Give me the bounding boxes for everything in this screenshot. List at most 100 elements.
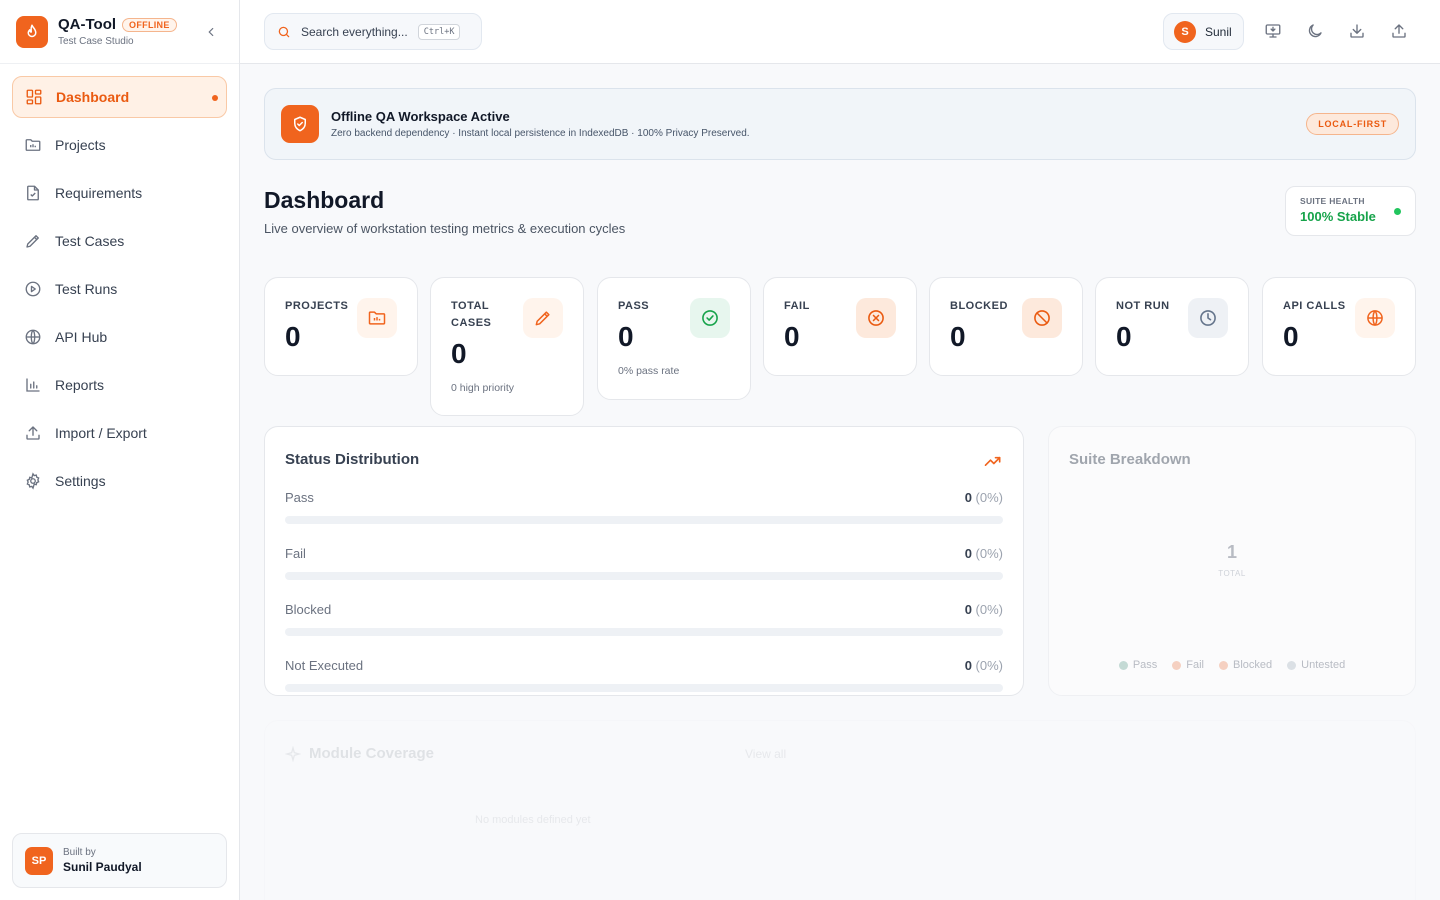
legend-item-fail: Fail	[1172, 659, 1204, 671]
pencil-icon	[26, 235, 39, 248]
status-progress-bar	[285, 684, 1003, 692]
status-count: 0	[964, 546, 972, 561]
desktop-app-button[interactable]	[1262, 20, 1284, 42]
module-empty-text: No modules defined yet	[475, 814, 591, 826]
sidebar-item-test-cases[interactable]: Test Cases	[12, 220, 227, 262]
file-check-icon	[27, 185, 39, 201]
status-list: Pass 0 (0%) Fail 0 (0%) Blocked 0 (0%) N…	[285, 490, 1003, 692]
sidebar-item-projects[interactable]: Projects	[12, 124, 227, 166]
user-menu-button[interactable]: S Sunil	[1163, 13, 1244, 50]
status-label: Blocked	[285, 602, 332, 617]
sidebar-nav: Dashboard Projects Requirements Test Cas…	[0, 64, 239, 502]
stat-label: TOTAL CASES	[451, 300, 492, 329]
stat-card-projects[interactable]: PROJECTS 0	[264, 277, 418, 376]
stat-card-api-calls[interactable]: API CALLS 0	[1262, 277, 1416, 376]
suite-health-label: SUITE HEALTH	[1300, 196, 1365, 206]
upload-icon	[26, 426, 40, 440]
sidebar-item-label: Test Runs	[55, 281, 118, 297]
status-percent: (0%)	[975, 546, 1003, 561]
status-progress-bar	[285, 572, 1003, 580]
app-subtitle: Test Case Studio	[58, 36, 134, 47]
upload-icon	[1392, 24, 1406, 38]
stat-label: PROJECTS	[285, 300, 349, 312]
status-count: 0	[964, 658, 972, 673]
app-name: QA-Tool	[58, 16, 117, 33]
monitor-download-icon	[1265, 24, 1281, 38]
moon-icon	[1308, 24, 1322, 38]
folder-icon	[357, 298, 397, 338]
legend-item-blocked: Blocked	[1219, 659, 1272, 671]
download-button[interactable]	[1346, 20, 1368, 42]
status-row-blocked: Blocked 0 (0%)	[285, 602, 1003, 636]
sidebar-item-label: Test Cases	[55, 233, 125, 249]
theme-toggle-button[interactable]	[1304, 20, 1326, 42]
stat-card-blocked[interactable]: BLOCKED 0	[929, 277, 1083, 376]
collapse-sidebar-button[interactable]	[199, 20, 223, 44]
sidebar-item-api-hub[interactable]: API Hub	[12, 316, 227, 358]
user-name: Sunil	[1205, 24, 1232, 39]
stat-label: API CALLS	[1283, 300, 1346, 312]
health-status-dot	[1394, 208, 1401, 215]
sidebar-item-label: Import / Export	[55, 425, 147, 441]
author-label: Built by	[63, 847, 96, 858]
sidebar-item-test-runs[interactable]: Test Runs	[12, 268, 227, 310]
trending-up-icon	[984, 456, 1001, 466]
status-count: 0	[964, 602, 972, 617]
status-label: Fail	[285, 546, 306, 561]
module-coverage-header: Module Coverage	[285, 745, 1395, 762]
status-progress-bar	[285, 516, 1003, 524]
sidebar-item-settings[interactable]: Settings	[12, 460, 227, 502]
author-name: Sunil Paudyal	[63, 860, 142, 874]
sidebar-item-dashboard[interactable]: Dashboard	[12, 76, 227, 118]
top-header: Search everything... Ctrl+K S Sunil	[240, 0, 1440, 64]
sidebar-item-requirements[interactable]: Requirements	[12, 172, 227, 214]
sidebar-item-label: API Hub	[55, 329, 108, 345]
stat-card-pass[interactable]: PASS 0 0% pass rate	[597, 277, 751, 400]
trend-button[interactable]	[983, 451, 1003, 471]
stat-card-fail[interactable]: FAIL 0	[763, 277, 917, 376]
stat-label: PASS	[618, 300, 650, 312]
sidebar-item-label: Settings	[55, 473, 106, 489]
clock-icon	[1188, 298, 1228, 338]
stat-card-not-run[interactable]: NOT RUN 0	[1095, 277, 1249, 376]
module-coverage-card: Module Coverage View all No modules defi…	[264, 720, 1416, 900]
upload-button[interactable]	[1388, 20, 1410, 42]
sidebar-item-reports[interactable]: Reports	[12, 364, 227, 406]
active-indicator-dot	[212, 95, 218, 101]
brand-header: QA-Tool OFFLINE Test Case Studio	[0, 0, 239, 64]
flame-logo-icon	[16, 15, 48, 48]
view-all-link[interactable]: View all	[745, 747, 786, 761]
status-distribution-card: Status Distribution Pass 0 (0%) Fail 0 (…	[264, 426, 1024, 696]
status-label: Pass	[285, 490, 314, 505]
brand-text: QA-Tool OFFLINE Test Case Studio	[58, 16, 199, 47]
search-placeholder: Search everything...	[301, 24, 408, 39]
stat-label: FAIL	[784, 300, 810, 312]
stat-card-total-cases[interactable]: TOTAL CASES 0 0 high priority	[430, 277, 584, 416]
pencil-icon	[523, 298, 563, 338]
stat-note: 0 high priority	[451, 382, 515, 394]
status-percent: (0%)	[975, 602, 1003, 617]
page-title: Dashboard	[264, 187, 385, 213]
status-value: 0 (0%)	[965, 546, 1003, 564]
stat-note: 0% pass rate	[618, 365, 680, 377]
sidebar-item-label: Reports	[55, 377, 105, 393]
banner-subtitle: Zero backend dependency · Instant local …	[331, 128, 750, 139]
sidebar-item-import-export[interactable]: Import / Export	[12, 412, 227, 454]
status-percent: (0%)	[975, 490, 1003, 505]
status-percent: (0%)	[975, 658, 1003, 673]
sidebar-item-label: Dashboard	[56, 89, 130, 105]
author-card: SP Built by Sunil Paudyal	[12, 833, 227, 888]
stat-value: 0	[451, 338, 467, 369]
suite-health-value: 100% Stable	[1300, 209, 1376, 224]
offline-badge: OFFLINE	[122, 17, 177, 32]
search-input[interactable]: Search everything... Ctrl+K	[264, 13, 482, 50]
offline-workspace-banner: Offline QA Workspace Active Zero backend…	[264, 88, 1416, 160]
globe-icon	[25, 329, 41, 345]
globe-icon	[1355, 298, 1395, 338]
banner-title: Offline QA Workspace Active	[331, 109, 510, 124]
legend-item-untested: Untested	[1287, 659, 1345, 671]
folder-icon	[25, 139, 41, 151]
stat-label: BLOCKED	[950, 300, 1008, 312]
status-value: 0 (0%)	[965, 490, 1003, 508]
x-circle-icon	[856, 298, 896, 338]
